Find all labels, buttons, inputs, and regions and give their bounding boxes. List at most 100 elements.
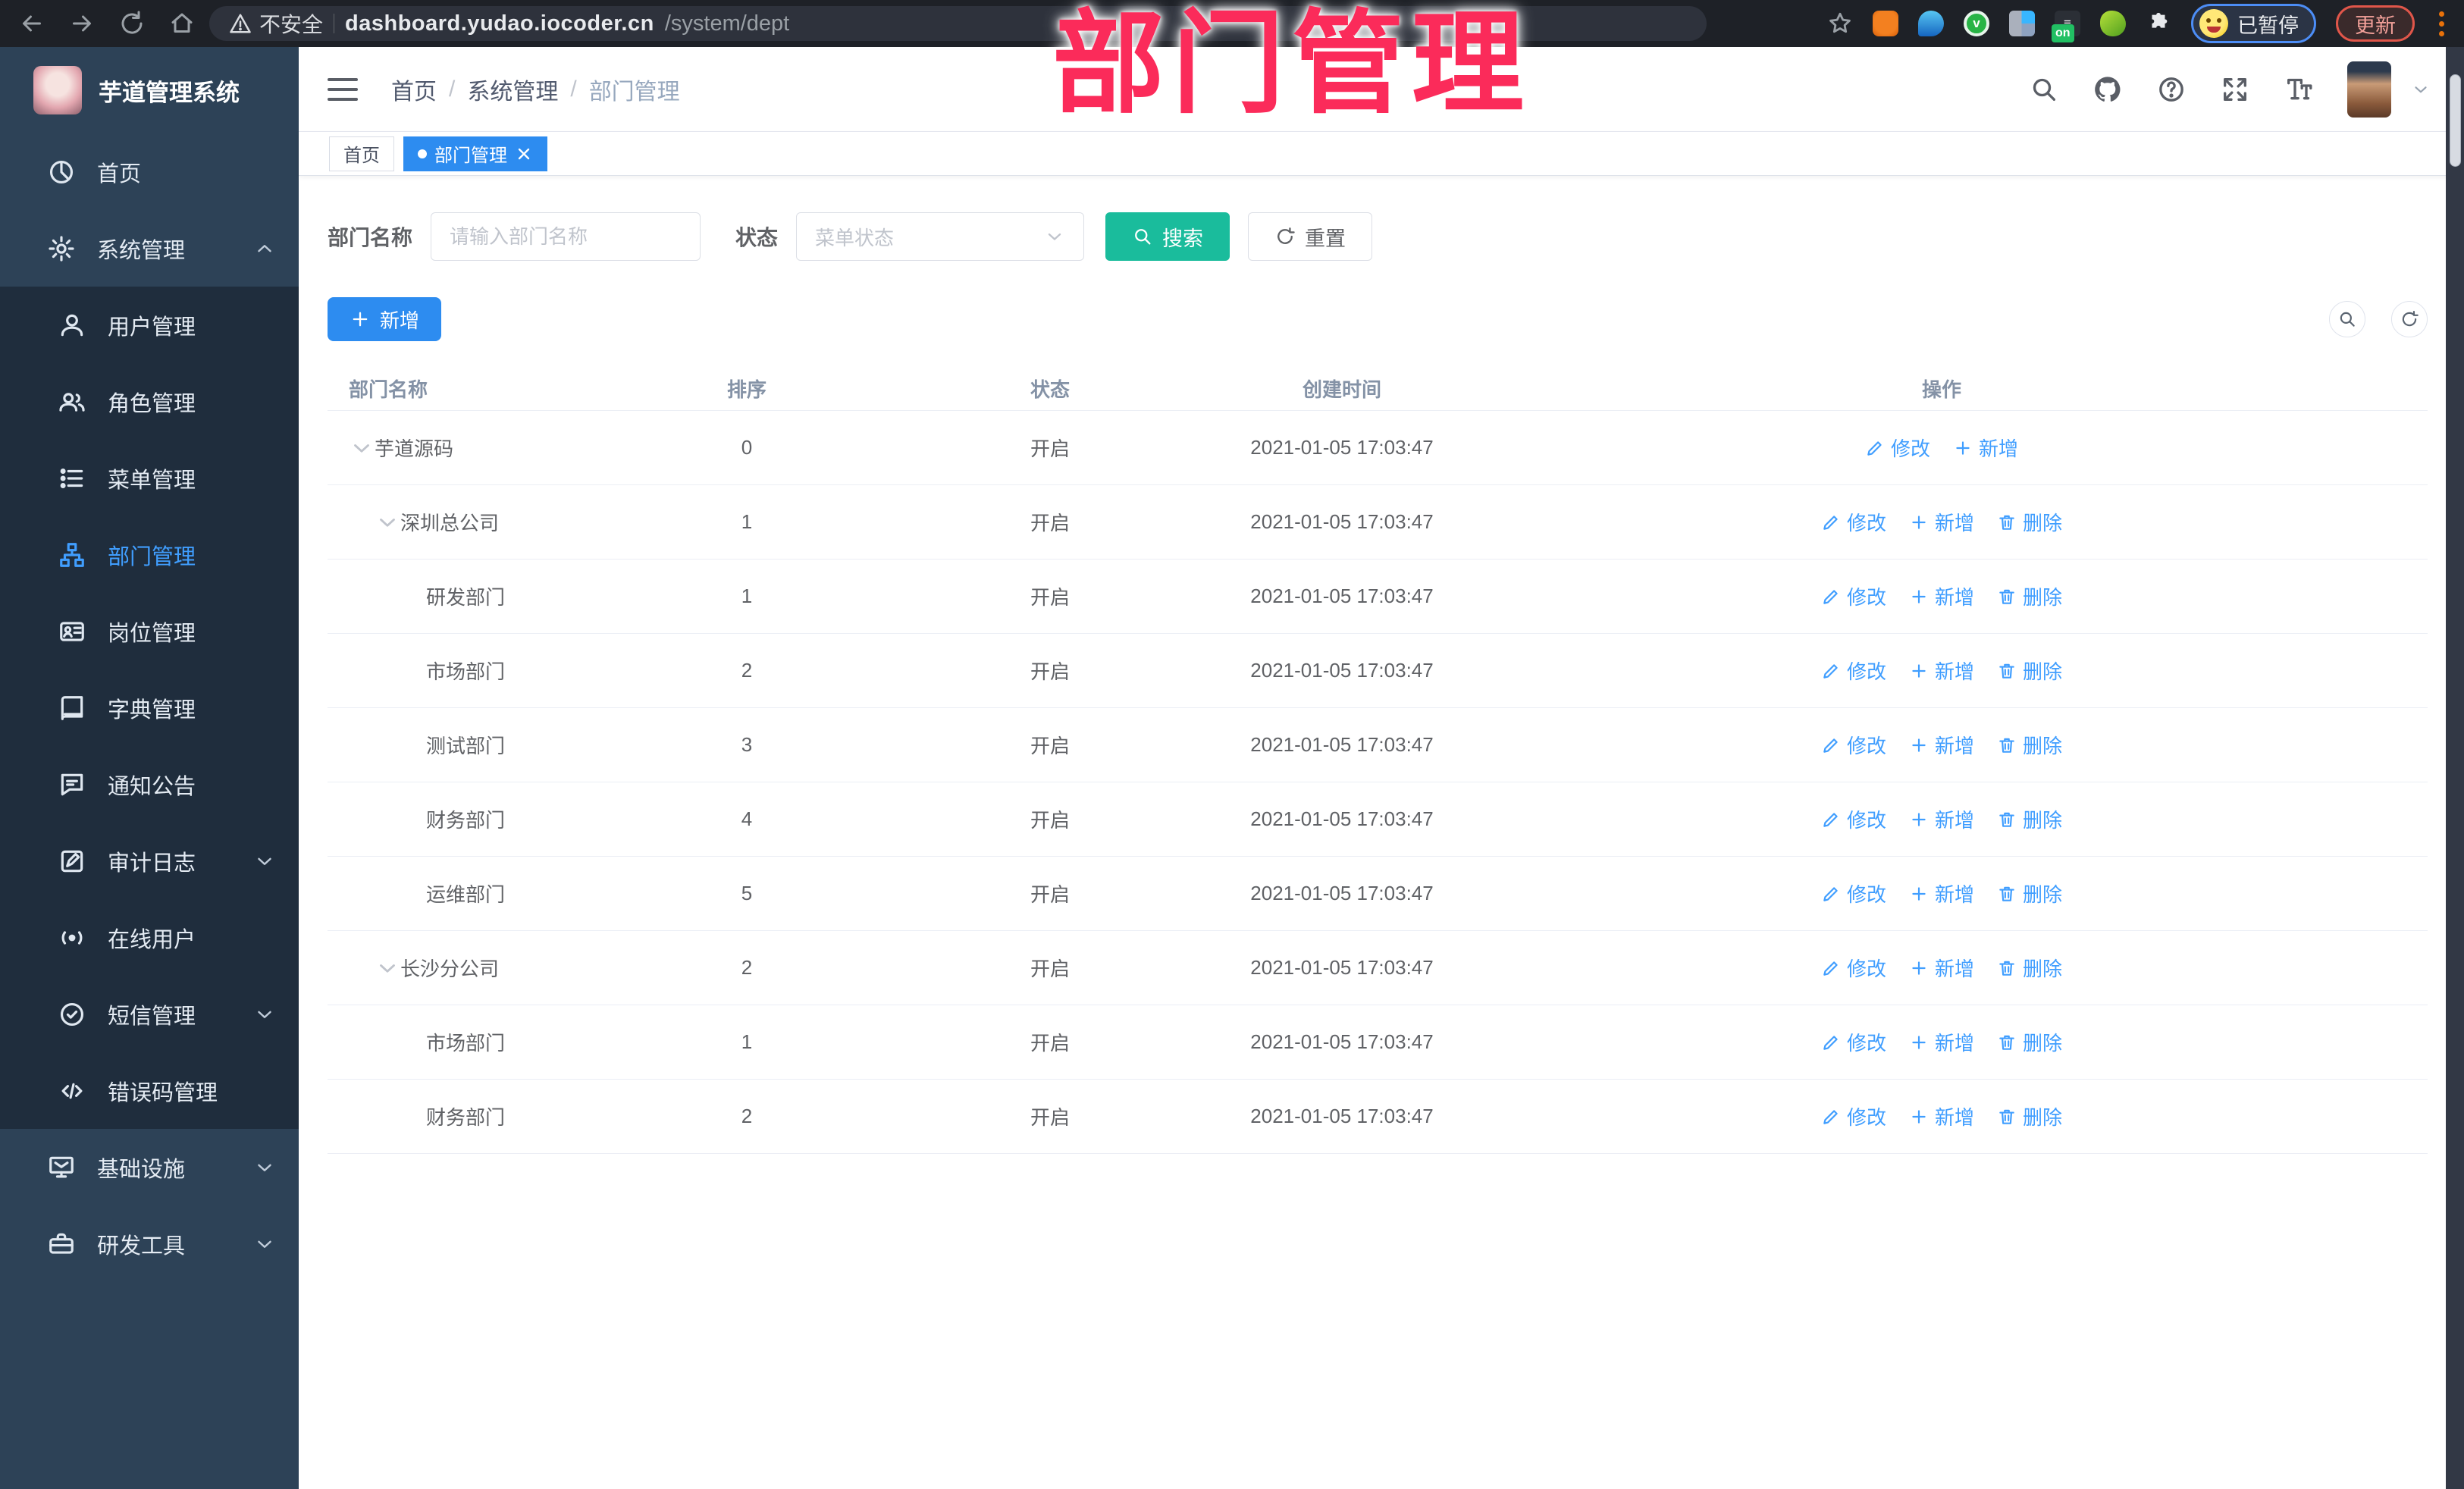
adblock-orange-icon[interactable]: [1873, 11, 1898, 36]
sidebar-item-book[interactable]: 字典管理: [0, 669, 299, 746]
table-row: 深圳总公司 1 开启 2021-01-05 17:03:47 修改 新增 删除: [328, 485, 2428, 560]
cell-status: 开启: [1030, 1032, 1070, 1055]
sidebar-item-gear[interactable]: 系统管理: [0, 210, 299, 287]
browser-profile-pill[interactable]: 已暂停: [2191, 4, 2316, 43]
row-action-add[interactable]: 新增: [1909, 879, 1974, 908]
chevron-up-icon: [253, 237, 276, 260]
app-logo-row[interactable]: 芋道管理系统: [0, 47, 299, 133]
row-action-del[interactable]: 删除: [1997, 954, 2062, 982]
avatar-caret-down-icon[interactable]: [2411, 80, 2431, 99]
cell-dept-name: 市场部门: [328, 657, 622, 685]
sidebar-item-online[interactable]: 在线用户: [0, 899, 299, 976]
table-row: 市场部门 1 开启 2021-01-05 17:03:47 修改 新增 删除: [328, 1005, 2428, 1080]
table-toolbar: 新增: [328, 297, 2428, 341]
row-action-add[interactable]: 新增: [1909, 508, 1974, 536]
font-size-icon[interactable]: [2284, 74, 2314, 105]
cell-actions: 修改 新增 删除: [1456, 879, 2428, 908]
close-icon[interactable]: [515, 145, 533, 163]
help-icon[interactable]: [2156, 74, 2187, 105]
trash-icon: [1997, 810, 2017, 829]
row-action-edit[interactable]: 修改: [1821, 657, 1886, 685]
breadcrumb-home[interactable]: 首页: [391, 73, 437, 106]
sidebar-item-user[interactable]: 用户管理: [0, 287, 299, 363]
scrollbar-thumb[interactable]: [2450, 74, 2461, 167]
row-action-add[interactable]: 新增: [1909, 731, 1974, 759]
chrome-menu-icon[interactable]: [2434, 11, 2449, 36]
search-button[interactable]: 搜索: [1105, 212, 1230, 261]
sidebar-item-code[interactable]: 错误码管理: [0, 1052, 299, 1129]
dept-name-input[interactable]: [431, 212, 701, 261]
row-action-del[interactable]: 删除: [1997, 1102, 2062, 1130]
sidebar-item-tools[interactable]: 研发工具: [0, 1205, 299, 1282]
sidebar-item-message[interactable]: 通知公告: [0, 746, 299, 823]
browser-back-icon[interactable]: [18, 10, 45, 37]
row-action-del[interactable]: 删除: [1997, 805, 2062, 833]
expand-caret-icon[interactable]: [349, 435, 375, 461]
row-action-del[interactable]: 删除: [1997, 582, 2062, 610]
row-action-edit[interactable]: 修改: [1821, 508, 1886, 536]
row-action-add[interactable]: 新增: [1909, 582, 1974, 610]
plus-icon: [1909, 810, 1929, 829]
row-action-del[interactable]: 删除: [1997, 657, 2062, 685]
add-button[interactable]: 新增: [328, 297, 442, 341]
breadcrumb-system[interactable]: 系统管理: [467, 73, 558, 106]
page-scrollbar[interactable]: [2446, 47, 2464, 1489]
refresh-table-button[interactable]: [2391, 301, 2428, 337]
row-action-del[interactable]: 删除: [1997, 508, 2062, 536]
tab-active-view[interactable]: 部门管理: [403, 136, 547, 171]
grid-blue-icon[interactable]: [2009, 11, 2035, 36]
onetab-on-icon[interactable]: ≡ on: [2052, 11, 2080, 42]
sidebar-item-infra[interactable]: 基础设施: [0, 1129, 299, 1205]
map-pin-blue-icon[interactable]: [1918, 11, 1944, 36]
row-action-edit[interactable]: 修改: [1821, 731, 1886, 759]
sidebar-item-log[interactable]: 审计日志: [0, 823, 299, 899]
expand-caret-icon[interactable]: [375, 955, 400, 981]
row-action-edit[interactable]: 修改: [1821, 1102, 1886, 1130]
tab-view[interactable]: 首页: [329, 136, 394, 171]
row-action-add[interactable]: 新增: [1909, 657, 1974, 685]
plus-icon: [1909, 735, 1929, 755]
row-action-edit[interactable]: 修改: [1821, 879, 1886, 908]
row-action-edit[interactable]: 修改: [1821, 954, 1886, 982]
row-action-del[interactable]: 删除: [1997, 879, 2062, 908]
row-action-add[interactable]: 新增: [1909, 805, 1974, 833]
status-select[interactable]: 菜单状态: [796, 212, 1085, 261]
fullscreen-icon[interactable]: [2220, 74, 2250, 105]
sidebar-item-list[interactable]: 菜单管理: [0, 440, 299, 516]
sidebar-item-sms[interactable]: 短信管理: [0, 976, 299, 1052]
cell-dept-name: 市场部门: [328, 1028, 622, 1056]
row-action-edit[interactable]: 修改: [1865, 434, 1930, 462]
show-search-toggle-button[interactable]: [2329, 301, 2365, 337]
reset-button[interactable]: 重置: [1248, 212, 1373, 261]
sidebar-item-tree[interactable]: 部门管理: [0, 516, 299, 593]
hamburger-icon[interactable]: [328, 77, 358, 101]
cell-sort: 5: [741, 882, 753, 904]
expand-caret-icon[interactable]: [375, 509, 400, 535]
chrome-update-button[interactable]: 更新: [2336, 5, 2415, 42]
row-action-add[interactable]: 新增: [1909, 1028, 1974, 1056]
row-action-edit[interactable]: 修改: [1821, 582, 1886, 610]
browser-forward-icon[interactable]: [68, 10, 96, 37]
row-action-del[interactable]: 删除: [1997, 731, 2062, 759]
row-action-edit[interactable]: 修改: [1821, 805, 1886, 833]
puzzle-extensions-icon[interactable]: [2146, 11, 2171, 36]
sidebar-item-home[interactable]: 首页: [0, 133, 299, 210]
profile-status-label: 已暂停: [2237, 14, 2299, 37]
v-green-icon[interactable]: v: [1964, 11, 1989, 36]
github-icon[interactable]: [2093, 74, 2123, 105]
sidebar-item-users[interactable]: 角色管理: [0, 363, 299, 440]
search-icon[interactable]: [2029, 74, 2059, 105]
row-action-del[interactable]: 删除: [1997, 1028, 2062, 1056]
leaf-green-icon[interactable]: [2100, 11, 2126, 36]
row-action-add[interactable]: 新增: [1953, 434, 2018, 462]
browser-home-icon[interactable]: [168, 10, 196, 37]
bookmark-star-icon[interactable]: [1827, 11, 1853, 36]
row-action-edit[interactable]: 修改: [1821, 1028, 1886, 1056]
cell-dept-name: 运维部门: [328, 879, 622, 908]
sidebar-item-badge[interactable]: 岗位管理: [0, 593, 299, 669]
not-secure-label[interactable]: 不安全: [229, 8, 323, 39]
row-action-add[interactable]: 新增: [1909, 954, 1974, 982]
browser-reload-icon[interactable]: [118, 10, 146, 37]
row-action-add[interactable]: 新增: [1909, 1102, 1974, 1130]
user-avatar[interactable]: [2347, 61, 2391, 118]
